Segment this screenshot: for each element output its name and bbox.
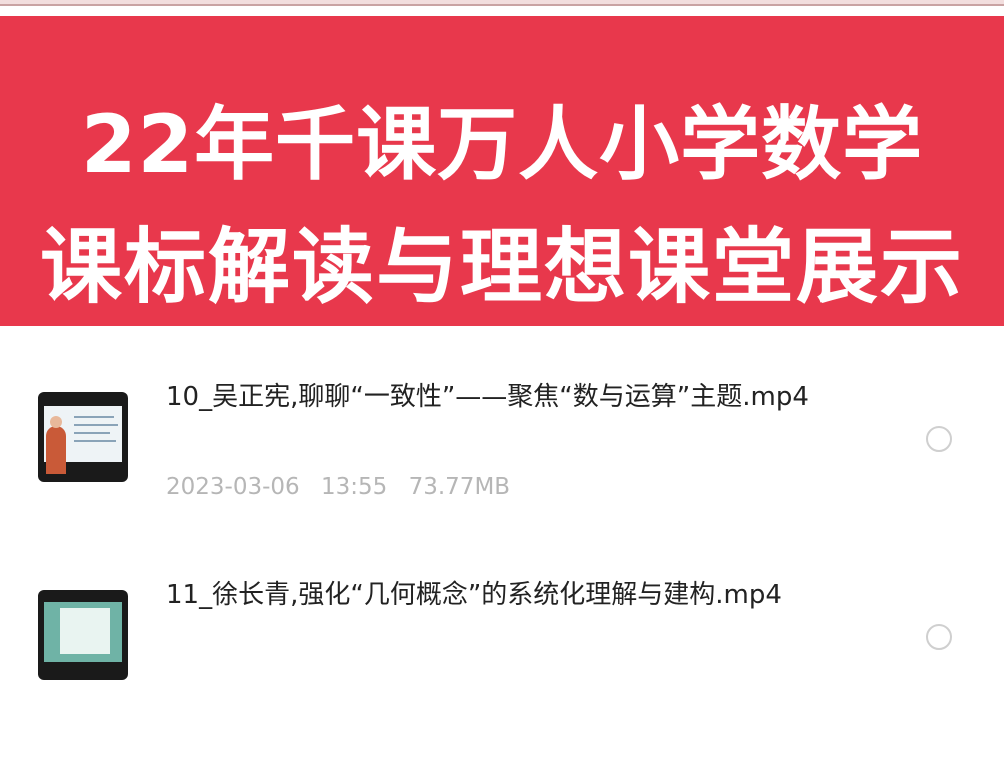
file-list: 10_吴正宪,聊聊“一致性”——聚焦“数与运算”主题.mp4 2023-03-0… bbox=[0, 326, 1004, 680]
file-name: 10_吴正宪,聊聊“一致性”——聚焦“数与运算”主题.mp4 bbox=[166, 382, 809, 412]
file-name: 11_徐长青,强化“几何概念”的系统化理解与建构.mp4 bbox=[166, 580, 782, 610]
thumbnail-text-line bbox=[74, 416, 114, 418]
banner-title-line-2: 课标解读与理想课堂展示 bbox=[39, 220, 964, 315]
banner-title-line-1: 22年千课万人小学数学 bbox=[80, 98, 924, 191]
divider bbox=[0, 4, 1004, 6]
thumbnail-person bbox=[46, 426, 66, 474]
file-date: 2023-03-06 bbox=[166, 474, 300, 500]
thumbnail-text-line bbox=[74, 432, 110, 434]
file-size: 73.77MB bbox=[408, 474, 511, 500]
thumbnail-head bbox=[50, 416, 62, 428]
folder-banner: 22年千课万人小学数学 课标解读与理想课堂展示 bbox=[0, 16, 1004, 326]
file-list-item[interactable]: 10_吴正宪,聊聊“一致性”——聚焦“数与运算”主题.mp4 2023-03-0… bbox=[0, 366, 1004, 586]
file-time: 13:55 bbox=[320, 474, 388, 500]
thumbnail-screen bbox=[44, 406, 122, 474]
thumbnail-text-line bbox=[74, 424, 118, 426]
select-radio-button[interactable] bbox=[926, 426, 952, 452]
select-radio-button[interactable] bbox=[926, 624, 952, 650]
video-thumbnail-icon bbox=[38, 392, 128, 482]
file-list-item[interactable]: 11_徐长青,强化“几何概念”的系统化理解与建构.mp4 bbox=[0, 564, 1004, 784]
thumbnail-text-line bbox=[74, 440, 116, 442]
file-meta: 2023-03-06 13:55 73.77MB bbox=[166, 474, 524, 500]
video-thumbnail-icon bbox=[38, 590, 128, 680]
thumbnail-panel bbox=[60, 608, 110, 654]
